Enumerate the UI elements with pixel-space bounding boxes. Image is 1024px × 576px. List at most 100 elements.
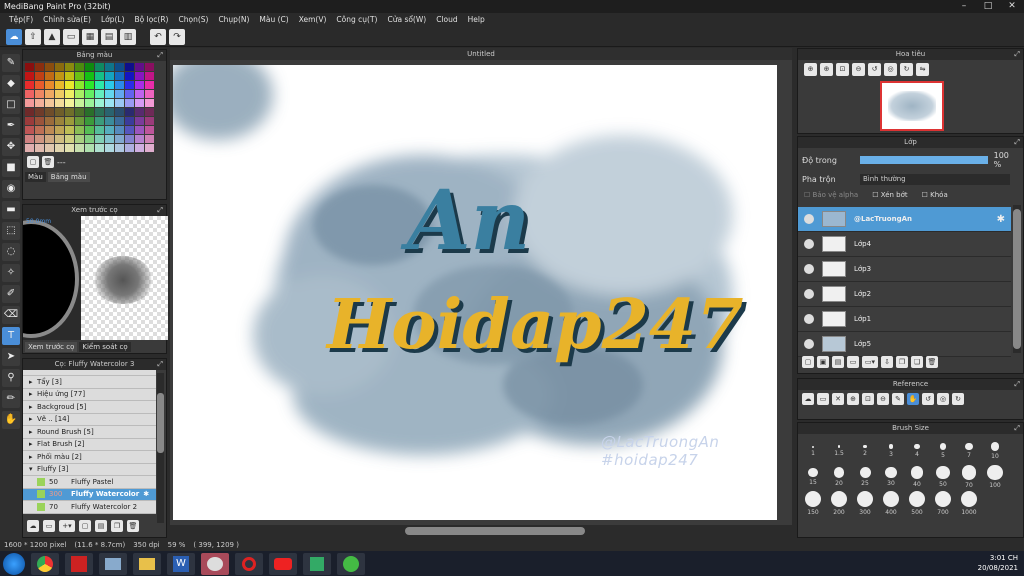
- brush-size-option[interactable]: 70: [956, 464, 982, 490]
- color-swatch[interactable]: [65, 63, 74, 71]
- color-swatch[interactable]: [35, 135, 44, 143]
- color-swatch[interactable]: [85, 108, 94, 116]
- color-swatch[interactable]: [95, 90, 104, 98]
- youtube-icon[interactable]: [269, 552, 297, 575]
- color-swatch[interactable]: [25, 72, 34, 80]
- color-swatch[interactable]: [135, 108, 144, 116]
- color-swatch[interactable]: [115, 135, 124, 143]
- brush-size-option[interactable]: 40: [904, 464, 930, 490]
- color-swatch[interactable]: [35, 144, 44, 152]
- color-swatch[interactable]: [75, 126, 84, 134]
- protect-alpha-checkbox[interactable]: ☐ Bảo vệ alpha: [804, 191, 858, 199]
- brush-size-option[interactable]: 200: [826, 490, 852, 516]
- color-swatch[interactable]: [35, 81, 44, 89]
- color-swatch[interactable]: [125, 99, 134, 107]
- close-icon[interactable]: ✕: [832, 393, 844, 405]
- coccoc-icon[interactable]: [337, 552, 365, 575]
- expand-icon[interactable]: ⤢: [157, 205, 163, 216]
- color-swatch[interactable]: [35, 126, 44, 134]
- color-swatch[interactable]: [45, 90, 54, 98]
- color-swatch[interactable]: [45, 63, 54, 71]
- brush-size-option[interactable]: 300: [852, 490, 878, 516]
- new-file-icon[interactable]: ▢: [79, 520, 91, 532]
- magic-wand-tool-icon[interactable]: ✧: [2, 264, 20, 282]
- brush-size-option[interactable]: 15: [800, 464, 826, 490]
- layer-row[interactable]: Lớp4: [798, 232, 1011, 257]
- color-swatch[interactable]: [35, 72, 44, 80]
- color-swatch[interactable]: [85, 144, 94, 152]
- hand-icon[interactable]: ✋: [907, 393, 919, 405]
- pencil-tool-icon[interactable]: ✏: [2, 390, 20, 408]
- eyedropper-tool-icon[interactable]: ⚲: [2, 369, 20, 387]
- color-swatch[interactable]: [105, 108, 114, 116]
- color-swatch[interactable]: [25, 144, 34, 152]
- color-swatch[interactable]: [35, 90, 44, 98]
- visibility-icon[interactable]: [804, 289, 814, 299]
- clock[interactable]: 3:01 CH 20/08/2021: [978, 553, 1018, 573]
- layer-row[interactable]: Lớp3: [798, 257, 1011, 282]
- layer-row[interactable]: Lớp2: [798, 282, 1011, 307]
- color-swatch[interactable]: [135, 81, 144, 89]
- layer-list-scrollbar[interactable]: [1013, 205, 1021, 353]
- layout-icon[interactable]: ▥: [120, 28, 136, 45]
- brush-group[interactable]: ▸ Flat Brush [2]: [23, 438, 156, 451]
- fit-icon[interactable]: ⊡: [862, 393, 874, 405]
- menu-window[interactable]: Cửa sổ(W): [382, 13, 431, 27]
- color-swatch[interactable]: [145, 126, 154, 134]
- brush-group[interactable]: ▸ Backgroud [5]: [23, 401, 156, 414]
- duplicate-icon[interactable]: ❐: [111, 520, 123, 532]
- color-swatch[interactable]: [55, 144, 64, 152]
- color-swatch[interactable]: [135, 144, 144, 152]
- color-swatch[interactable]: [55, 99, 64, 107]
- color-swatch[interactable]: [95, 99, 104, 107]
- color-swatch[interactable]: [135, 99, 144, 107]
- brush-size-option[interactable]: 3: [878, 438, 904, 464]
- color-swatch[interactable]: [55, 63, 64, 71]
- rotate-reset-icon[interactable]: ◎: [884, 63, 897, 76]
- color-swatch[interactable]: [115, 126, 124, 134]
- new-layer-icon[interactable]: ▢: [802, 356, 814, 368]
- color-swatch[interactable]: [75, 117, 84, 125]
- color-swatch[interactable]: [105, 72, 114, 80]
- color-swatch[interactable]: [25, 108, 34, 116]
- color-swatch[interactable]: [25, 117, 34, 125]
- color-swatch[interactable]: [145, 144, 154, 152]
- color-swatch[interactable]: [75, 144, 84, 152]
- color-swatch[interactable]: [145, 135, 154, 143]
- menu-layer[interactable]: Lớp(L): [96, 13, 130, 27]
- color-swatch[interactable]: [95, 135, 104, 143]
- minimize-button[interactable]: –: [952, 0, 976, 13]
- copy-layer-icon[interactable]: ❏: [911, 356, 923, 368]
- brush-group-open[interactable]: ▾ Fluffy [3]: [23, 463, 156, 476]
- color-swatch[interactable]: [25, 81, 34, 89]
- app-icon[interactable]: [303, 552, 331, 575]
- color-swatch[interactable]: [65, 99, 74, 107]
- menu-snap[interactable]: Chụp(N): [213, 13, 254, 27]
- folder-icon[interactable]: [133, 552, 161, 575]
- color-swatch[interactable]: [75, 135, 84, 143]
- menu-view[interactable]: Xem(V): [294, 13, 332, 27]
- cloud-icon[interactable]: ☁: [6, 28, 22, 45]
- fill-rect-tool-icon[interactable]: ■: [2, 159, 20, 177]
- redo-icon[interactable]: ↷: [169, 28, 185, 45]
- color-swatch[interactable]: [85, 135, 94, 143]
- color-swatch[interactable]: [105, 63, 114, 71]
- brush-size-option[interactable]: 1000: [956, 490, 982, 516]
- color-swatch[interactable]: [55, 135, 64, 143]
- drawing-canvas[interactable]: An An Hoidap247 Hoidap247 @LacTruongAn #…: [173, 65, 777, 520]
- close-button[interactable]: ✕: [1000, 0, 1024, 13]
- layer-row[interactable]: Lớp1: [798, 307, 1011, 332]
- rotate-reset-icon[interactable]: ◎: [937, 393, 949, 405]
- color-swatch[interactable]: [135, 135, 144, 143]
- color-swatch[interactable]: [95, 72, 104, 80]
- brush-group[interactable]: ▸ Hiệu ứng [77]: [23, 388, 156, 401]
- brush-size-option[interactable]: 100: [982, 464, 1008, 490]
- halftone-layer-icon[interactable]: ▤: [832, 356, 844, 368]
- color-swatch[interactable]: [125, 108, 134, 116]
- computer-icon[interactable]: [99, 552, 127, 575]
- brush-size-option[interactable]: 10: [982, 438, 1008, 464]
- color-swatch[interactable]: [35, 117, 44, 125]
- color-swatch[interactable]: [115, 90, 124, 98]
- menu-select[interactable]: Chọn(S): [173, 13, 213, 27]
- rotate-left-icon[interactable]: ↺: [922, 393, 934, 405]
